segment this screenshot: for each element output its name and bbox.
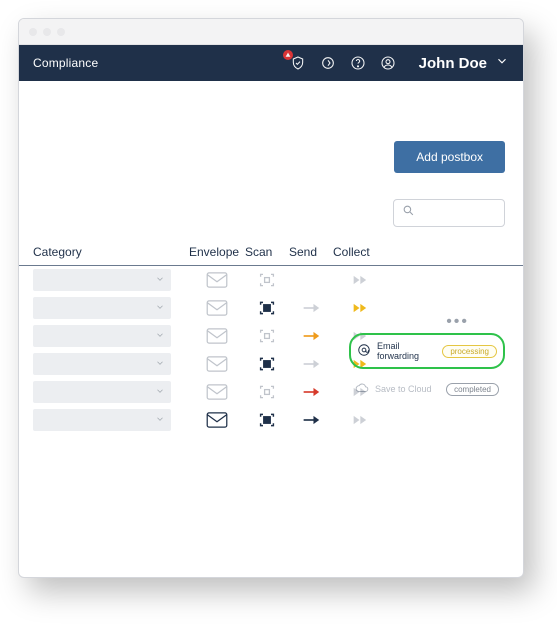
panel-label: Save to Cloud bbox=[375, 384, 440, 394]
col-scan: Scan bbox=[245, 245, 289, 259]
category-select[interactable] bbox=[33, 269, 171, 291]
col-send: Send bbox=[289, 245, 333, 259]
cloud-icon bbox=[355, 381, 369, 397]
chevron-down-icon bbox=[155, 383, 165, 401]
traffic-light-icon bbox=[43, 28, 51, 36]
envelope-icon[interactable] bbox=[189, 328, 245, 344]
scan-icon[interactable] bbox=[245, 272, 289, 288]
chevron-down-icon bbox=[155, 411, 165, 429]
actions-panel: Email forwarding processing Save to Clou… bbox=[349, 333, 505, 401]
scan-icon[interactable] bbox=[245, 356, 289, 372]
category-select[interactable] bbox=[33, 297, 171, 319]
table-row[interactable] bbox=[19, 406, 523, 434]
col-envelope: Envelope bbox=[189, 245, 245, 259]
browser-chrome bbox=[19, 19, 523, 45]
envelope-icon[interactable] bbox=[189, 356, 245, 372]
collect-icon[interactable] bbox=[333, 301, 391, 315]
category-select[interactable] bbox=[33, 381, 171, 403]
status-badge: completed bbox=[446, 383, 499, 396]
send-icon[interactable] bbox=[289, 385, 333, 399]
envelope-icon[interactable] bbox=[189, 300, 245, 316]
panel-email-forwarding[interactable]: Email forwarding processing bbox=[349, 333, 505, 369]
collect-icon[interactable] bbox=[333, 413, 391, 427]
status-badge: processing bbox=[442, 345, 497, 358]
traffic-light-icon bbox=[57, 28, 65, 36]
category-select[interactable] bbox=[33, 325, 171, 347]
help-icon[interactable] bbox=[349, 54, 367, 72]
scan-icon[interactable] bbox=[245, 300, 289, 316]
table-row[interactable] bbox=[19, 266, 523, 294]
scan-icon[interactable] bbox=[245, 384, 289, 400]
send-icon[interactable] bbox=[289, 301, 333, 315]
panel-label: Email forwarding bbox=[377, 341, 436, 361]
profile-icon[interactable] bbox=[379, 54, 397, 72]
shield-icon[interactable] bbox=[289, 54, 307, 72]
category-select[interactable] bbox=[33, 353, 171, 375]
send-icon[interactable] bbox=[289, 357, 333, 371]
chevron-down-icon bbox=[155, 327, 165, 345]
search-field[interactable] bbox=[419, 206, 496, 220]
search-input[interactable] bbox=[393, 199, 505, 227]
row-actions-menu[interactable]: ••• bbox=[446, 313, 469, 331]
send-icon[interactable] bbox=[289, 413, 333, 427]
user-menu[interactable]: John Doe bbox=[419, 54, 509, 72]
header-bar: Compliance John Doe bbox=[19, 45, 523, 81]
col-category: Category bbox=[33, 245, 189, 259]
scan-icon[interactable] bbox=[245, 412, 289, 428]
envelope-icon[interactable] bbox=[189, 272, 245, 288]
table-header: Category Envelope Scan Send Collect bbox=[19, 245, 523, 266]
chevron-down-icon bbox=[155, 299, 165, 317]
add-postbox-button[interactable]: Add postbox bbox=[394, 141, 505, 173]
alert-badge-icon bbox=[283, 50, 293, 60]
envelope-icon[interactable] bbox=[189, 384, 245, 400]
chevron-down-icon bbox=[155, 271, 165, 289]
scan-icon[interactable] bbox=[245, 328, 289, 344]
panel-save-to-cloud[interactable]: Save to Cloud completed bbox=[349, 377, 505, 401]
col-collect: Collect bbox=[333, 245, 391, 259]
refresh-icon[interactable] bbox=[319, 54, 337, 72]
page-title: Compliance bbox=[33, 56, 98, 70]
chevron-down-icon bbox=[155, 355, 165, 373]
collect-icon[interactable] bbox=[333, 273, 391, 287]
user-name: John Doe bbox=[419, 55, 487, 72]
app-window: Compliance John Doe Add postbox bbox=[18, 18, 524, 578]
category-select[interactable] bbox=[33, 409, 171, 431]
send-icon[interactable] bbox=[289, 329, 333, 343]
traffic-light-icon bbox=[29, 28, 37, 36]
chevron-down-icon bbox=[495, 54, 509, 72]
search-icon bbox=[402, 204, 415, 222]
envelope-icon[interactable] bbox=[189, 412, 245, 428]
at-sign-icon bbox=[357, 343, 371, 359]
